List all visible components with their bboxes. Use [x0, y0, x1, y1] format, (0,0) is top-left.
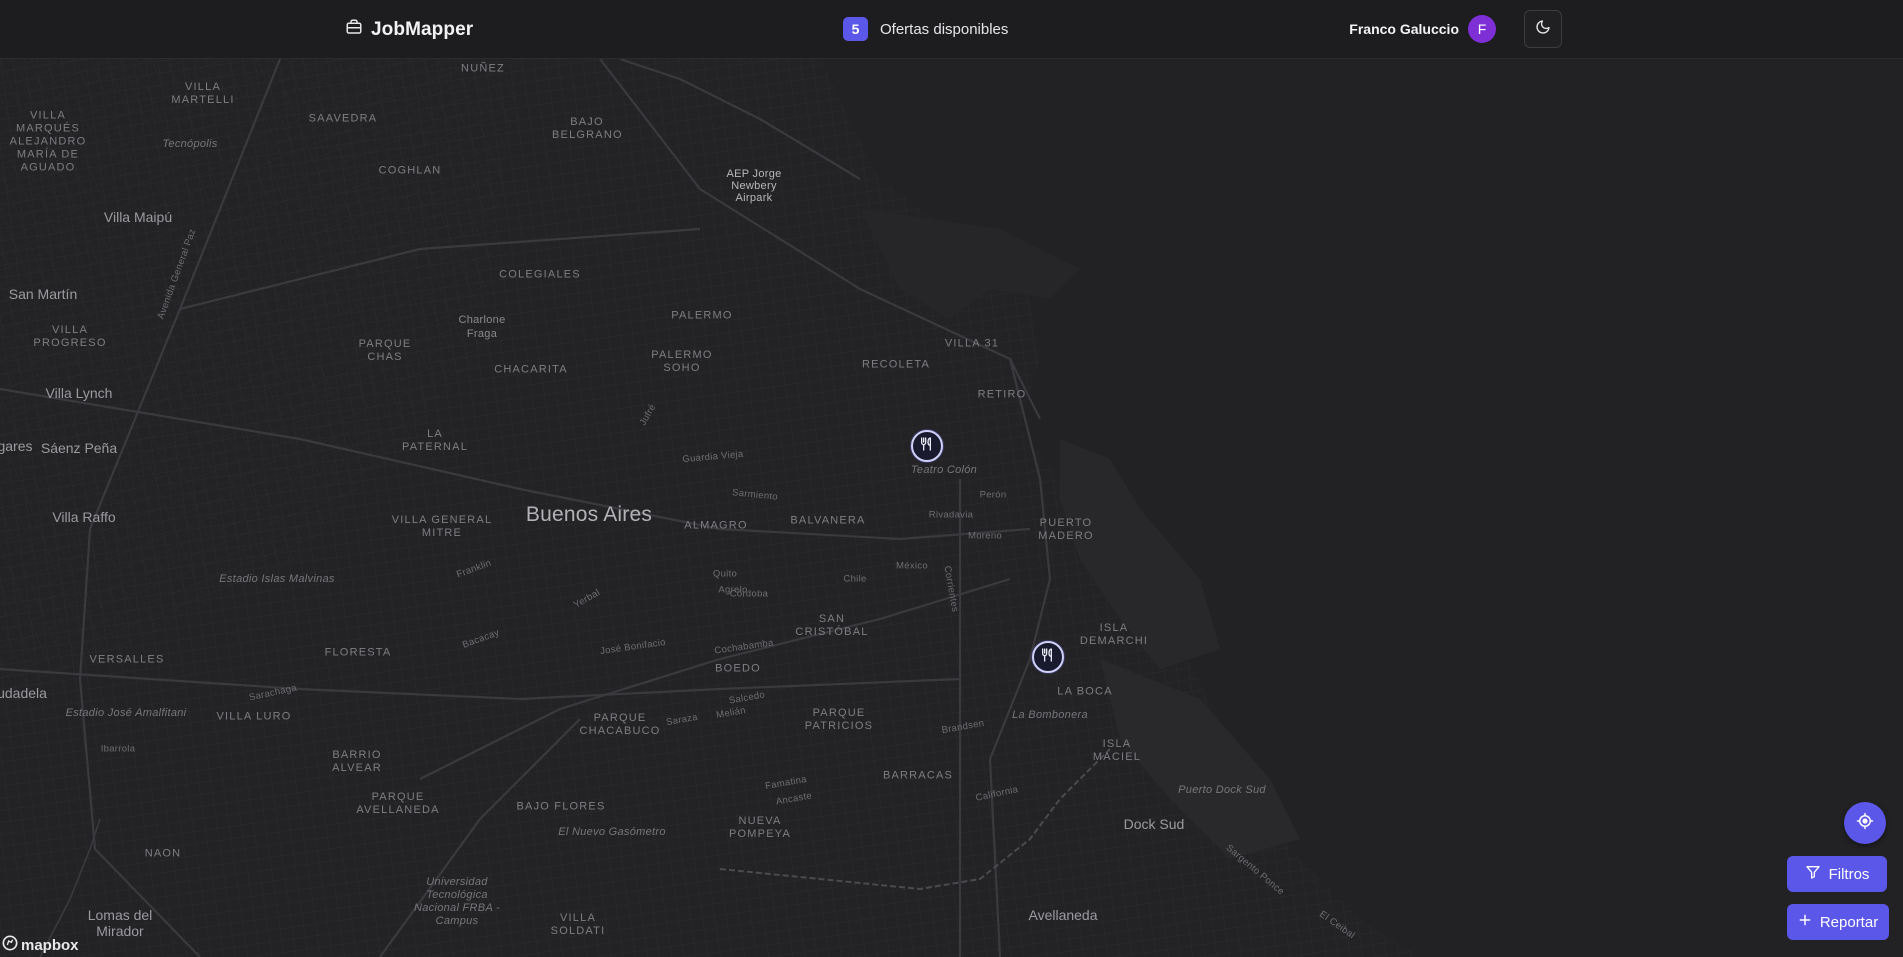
offers-label: Ofertas disponibles	[880, 20, 1009, 38]
job-marker-restaurant[interactable]	[911, 430, 943, 462]
avatar[interactable]: F	[1468, 15, 1496, 43]
theme-toggle-button[interactable]	[1524, 10, 1562, 48]
map-label-san-martin: San Martín	[8, 286, 78, 302]
map-canvas[interactable]: NUÑEZ VILLA MARTELLI SAAVEDRA BAJO BELGR…	[0, 59, 1903, 957]
map-label-st-agrelo: Agrelo	[718, 584, 748, 596]
map-label-saavedra: SAAVEDRA	[308, 112, 378, 125]
user-menu[interactable]: Franco Galuccio F	[1349, 15, 1496, 43]
map-label-gares: gares	[0, 438, 33, 454]
map-label-villa-soldati: VILLA SOLDATI	[550, 912, 606, 937]
briefcase-icon	[345, 18, 363, 41]
map-label-udadela: udadela	[0, 685, 47, 701]
utensils-icon	[1040, 647, 1056, 668]
map-label-parque-chacabuco: PARQUE CHACABUCO	[579, 712, 661, 737]
map-label-palermo-soho: PALERMO SOHO	[651, 349, 713, 374]
map-label-barrio-alvear: BARRIO ALVEAR	[332, 749, 382, 774]
moon-icon	[1535, 19, 1551, 40]
map-label-isla-maciel: ISLA MACIEL	[1092, 738, 1142, 763]
map-label-villa-martelli: VILLA MARTELLI	[171, 81, 235, 106]
map-label-st-peron: Perón	[979, 489, 1007, 501]
map-label-la-bombonera: La Bombonera	[1012, 709, 1088, 721]
map-label-villa-progreso: VILLA PROGRESO	[33, 324, 107, 349]
map-label-nunez: NUÑEZ	[461, 62, 505, 75]
map-label-san-cristobal: SAN CRISTÓBAL	[795, 613, 869, 638]
map-label-retiro: RETIRO	[977, 388, 1027, 401]
user-name: Franco Galuccio	[1349, 21, 1459, 37]
report-button[interactable]: Reportar	[1787, 904, 1889, 940]
map-label-puerto-dock-sud: Puerto Dock Sud	[1178, 784, 1266, 796]
map-label-parque-patricios: PARQUE PATRICIOS	[804, 707, 874, 732]
map-label-charlone-fraga: Charlone Fraga	[458, 314, 506, 340]
locate-me-button[interactable]	[1844, 802, 1886, 844]
map-label-balvanera: BALVANERA	[790, 514, 866, 527]
map-label-villa-luro: VILLA LURO	[216, 710, 292, 723]
map-label-parque-chas: PARQUE CHAS	[358, 338, 412, 363]
map-label-isla-demarchi: ISLA DEMARCHI	[1079, 622, 1149, 647]
map-label-naon: NAON	[144, 847, 182, 860]
map-label-lomas-del-mirador: Lomas del Mirador	[87, 907, 153, 939]
offers-summary: 5 Ofertas disponibles	[843, 17, 1008, 41]
map-label-la-boca: LA BOCA	[1057, 685, 1113, 698]
map-label-puerto-madero: PUERTO MADERO	[1038, 517, 1094, 542]
offers-count-badge: 5	[843, 17, 868, 41]
map-label-st-mexico: México	[896, 560, 928, 572]
mapbox-attribution[interactable]: mapbox	[2, 935, 79, 955]
map-label-saenz-pena: Sáenz Peña	[40, 440, 118, 456]
map-label-villa-general-mitre: VILLA GENERAL MITRE	[391, 514, 493, 539]
map-label-villa-31: VILLA 31	[944, 337, 1000, 350]
brand-name: JobMapper	[371, 18, 474, 40]
top-bar: JobMapper 5 Ofertas disponibles Franco G…	[0, 0, 1903, 59]
map-label-st-rivadavia: Rivadavia	[928, 509, 974, 521]
report-label: Reportar	[1819, 913, 1879, 931]
map-label-parque-avellaneda: PARQUE AVELLANEDA	[356, 791, 440, 816]
map-label-st-ibarrola: Ibarrola	[100, 743, 136, 755]
map-label-teatro-colon: Teatro Colón	[910, 464, 978, 476]
map-label-villa-raffo: Villa Raffo	[52, 509, 116, 525]
map-label-estadio-malvinas: Estadio Islas Malvinas	[219, 573, 335, 585]
map-label-almagro: ALMAGRO	[684, 519, 748, 532]
job-marker-restaurant[interactable]	[1032, 641, 1064, 673]
map-label-bajo-belgrano: BAJO BELGRANO	[552, 116, 623, 141]
map-label-st-quito: Quito	[712, 568, 738, 580]
map-label-boedo: BOEDO	[715, 662, 761, 675]
map-label-colegiales: COLEGIALES	[499, 268, 581, 281]
map-label-el-nuevo-gasometro: El Nuevo Gasómetro	[558, 826, 666, 838]
map-label-palermo: PALERMO	[671, 309, 733, 322]
map-label-villa-marques: VILLA MARQUÉS ALEJANDRO MARÍA DE AGUADO	[9, 109, 87, 174]
filters-button[interactable]: Filtros	[1787, 856, 1887, 892]
mapbox-logo-icon	[2, 935, 18, 955]
map-label-versalles: VERSALLES	[89, 653, 165, 666]
map-label-universidad: Universidad Tecnológica Nacional FRBA - …	[413, 876, 500, 927]
map-label-chacarita: CHACARITA	[494, 363, 568, 376]
plus-icon	[1798, 913, 1812, 931]
map-label-barracas: BARRACAS	[882, 769, 954, 782]
map-label-la-paternal: LA PATERNAL	[401, 428, 469, 453]
map-label-avellaneda: Avellaneda	[1028, 907, 1098, 923]
map-label-estadio-amalfitani: Estadio José Amalfitani	[65, 707, 187, 719]
map-label-bajo-flores: BAJO FLORES	[516, 800, 606, 813]
filters-label: Filtros	[1828, 865, 1870, 883]
map-label-floresta: FLORESTA	[324, 646, 392, 659]
utensils-icon	[919, 436, 935, 457]
crosshair-icon	[1856, 812, 1874, 835]
filter-icon	[1805, 864, 1821, 884]
map-label-coghlan: COGHLAN	[378, 164, 442, 177]
map-label-st-chile: Chile	[843, 573, 867, 585]
map-label-nueva-pompeya: NUEVA POMPEYA	[729, 815, 791, 840]
map-label-villa-maipu: Villa Maipú	[103, 209, 173, 225]
map-label-villa-lynch: Villa Lynch	[45, 385, 113, 401]
map-label-dock-sud: Dock Sud	[1123, 816, 1185, 832]
map-label-st-moreno: Moreno	[967, 530, 1003, 542]
map-label-tecnopolis: Tecnópolis	[162, 138, 218, 150]
map-label-buenos-aires: Buenos Aires	[525, 503, 653, 526]
map-roads	[0, 59, 1420, 957]
mapbox-text: mapbox	[21, 936, 79, 954]
map-label-recoleta: RECOLETA	[861, 358, 931, 371]
map-label-airport: AEP Jorge Newbery Airpark	[726, 168, 782, 204]
brand[interactable]: JobMapper	[345, 18, 473, 41]
